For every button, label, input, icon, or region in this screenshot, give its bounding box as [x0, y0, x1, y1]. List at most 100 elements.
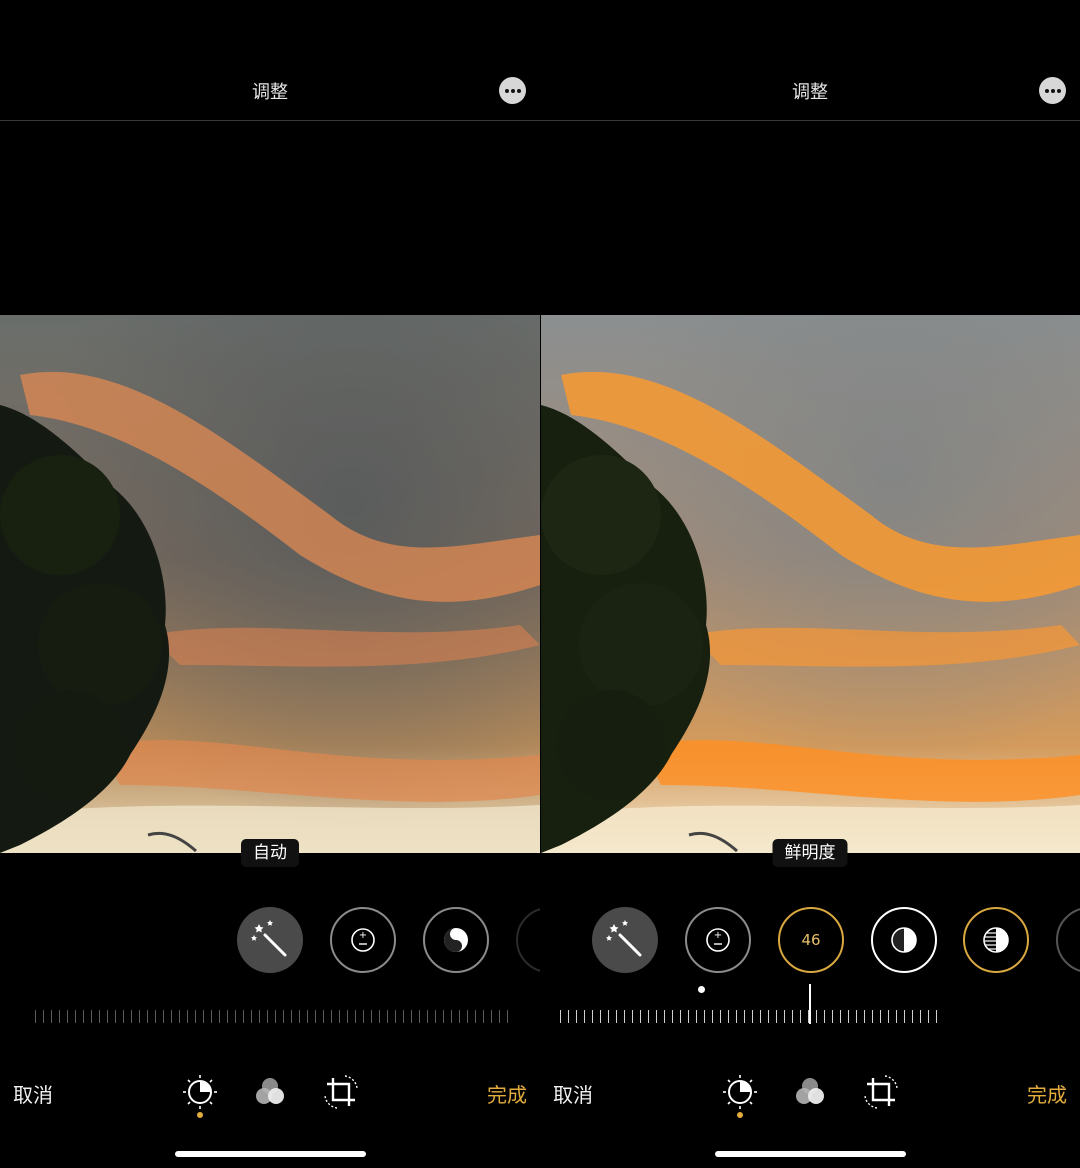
ellipsis-circle-icon[interactable] — [499, 77, 526, 104]
slider-tick — [664, 1010, 665, 1023]
right-panel: 调整 鲜明度 + 46 取消 完成 — [540, 0, 1080, 1168]
slider-tick — [459, 1010, 460, 1023]
slider-tick — [187, 1010, 188, 1023]
cancel-button[interactable]: 取消 — [13, 1079, 53, 1108]
slider-tick — [720, 1010, 721, 1023]
slider-tick — [379, 1010, 380, 1023]
slider-tick — [491, 1010, 492, 1023]
slider-tick — [632, 1010, 633, 1023]
top-bar: 调整 — [540, 0, 1080, 121]
slider-tick — [219, 1010, 220, 1023]
slider-tick — [171, 1010, 172, 1023]
slider-tick — [107, 1010, 108, 1023]
slider-tick — [776, 1010, 777, 1023]
tool-label: 鲜明度 — [772, 839, 848, 867]
vibrance-dial[interactable]: 46 — [778, 907, 844, 973]
half-circle-icon[interactable] — [871, 907, 937, 973]
slider-tick — [872, 1010, 873, 1023]
slider-tick — [99, 1010, 100, 1023]
slider-tick — [339, 1010, 340, 1023]
slider-tick — [688, 1010, 689, 1023]
slider-tick — [768, 1010, 769, 1023]
slider-tick — [568, 1010, 569, 1023]
slider-tick — [483, 1010, 484, 1023]
filters-circles-icon[interactable] — [252, 1074, 288, 1110]
slider-tick — [203, 1010, 204, 1023]
slider-tick — [435, 1010, 436, 1023]
slider-tick — [928, 1010, 929, 1023]
adjustment-slider[interactable] — [35, 1008, 510, 1026]
plus-minus-icon[interactable]: + — [685, 907, 751, 973]
striped-half-circle-icon[interactable] — [963, 907, 1029, 973]
top-bar: 调整 — [0, 0, 540, 121]
active-tab-indicator — [197, 1112, 203, 1118]
adjust-dial-icon[interactable] — [722, 1074, 758, 1110]
home-indicator — [175, 1151, 366, 1157]
slider-tick — [808, 1010, 809, 1023]
slider-tick — [680, 1010, 681, 1023]
vibrance-slider[interactable] — [560, 1008, 940, 1026]
slider-tick — [115, 1010, 116, 1023]
yin-yang-icon[interactable] — [423, 907, 489, 973]
slider-tick — [211, 1010, 212, 1023]
slider-tick — [139, 1010, 140, 1023]
slider-tick — [43, 1010, 44, 1023]
slider-tick — [784, 1010, 785, 1023]
done-button[interactable]: 完成 — [487, 1079, 527, 1108]
slider-tick — [656, 1010, 657, 1023]
slider-tick — [712, 1010, 713, 1023]
cancel-button[interactable]: 取消 — [553, 1079, 593, 1108]
active-tab-indicator — [737, 1112, 743, 1118]
slider-tick — [912, 1010, 913, 1023]
slider-tick — [848, 1010, 849, 1023]
slider-default-dot — [698, 986, 705, 993]
slider-tick — [147, 1010, 148, 1023]
slider-tick — [904, 1010, 905, 1023]
magic-wand-icon[interactable] — [592, 907, 658, 973]
slider-tick — [443, 1010, 444, 1023]
slider-tick — [888, 1010, 889, 1023]
crop-rotate-icon[interactable] — [863, 1074, 899, 1110]
slider-tick — [59, 1010, 60, 1023]
slider-tick — [648, 1010, 649, 1023]
slider-tick — [736, 1010, 737, 1023]
filters-circles-icon[interactable] — [792, 1074, 828, 1110]
ellipsis-circle-icon[interactable] — [1039, 77, 1066, 104]
slider-tick — [267, 1010, 268, 1023]
photo-preview — [541, 315, 1080, 853]
crop-rotate-icon[interactable] — [323, 1074, 359, 1110]
slider-tick — [760, 1010, 761, 1023]
slider-tick — [920, 1010, 921, 1023]
slider-tick — [395, 1010, 396, 1023]
slider-tick — [616, 1010, 617, 1023]
next-tool-button[interactable] — [1056, 907, 1080, 973]
next-tool-button[interactable] — [516, 907, 540, 973]
slider-tick — [243, 1010, 244, 1023]
slider-tick — [800, 1010, 801, 1023]
slider-tick — [600, 1010, 601, 1023]
slider-tick — [467, 1010, 468, 1023]
slider-tick — [640, 1010, 641, 1023]
plus-minus-icon[interactable]: + — [330, 907, 396, 973]
slider-tick — [856, 1010, 857, 1023]
tool-label: 自动 — [241, 839, 299, 867]
done-button[interactable]: 完成 — [1027, 1079, 1067, 1108]
slider-tick — [235, 1010, 236, 1023]
slider-tick — [251, 1010, 252, 1023]
slider-tick — [427, 1010, 428, 1023]
slider-tick — [880, 1010, 881, 1023]
slider-tick — [275, 1010, 276, 1023]
slider-tick — [816, 1010, 817, 1023]
slider-tick — [499, 1010, 500, 1023]
slider-tick — [840, 1010, 841, 1023]
slider-tick — [299, 1010, 300, 1023]
adjust-dial-icon[interactable] — [182, 1074, 218, 1110]
slider-tick — [419, 1010, 420, 1023]
slider-tick — [560, 1010, 561, 1023]
magic-wand-icon[interactable] — [237, 907, 303, 973]
slider-tick — [307, 1010, 308, 1023]
home-indicator — [715, 1151, 906, 1157]
slider-tick — [387, 1010, 388, 1023]
slider-tick — [896, 1010, 897, 1023]
slider-tick — [123, 1010, 124, 1023]
